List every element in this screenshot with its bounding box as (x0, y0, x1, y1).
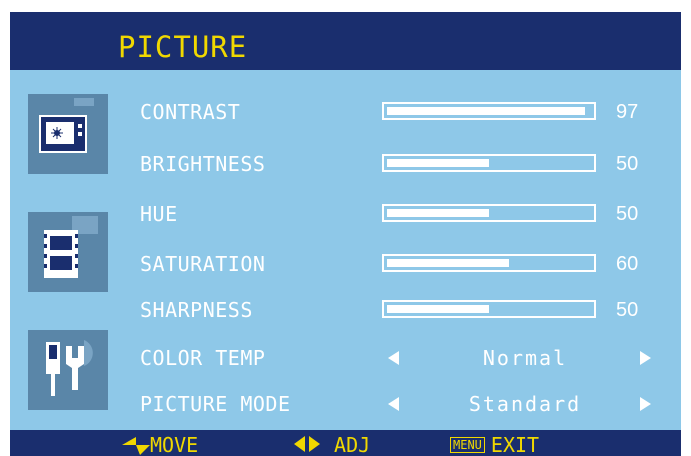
slider-label: BRIGHTNESS (140, 152, 266, 176)
slider-value: 50 (616, 299, 639, 321)
slider-fill (387, 107, 585, 115)
footer-move: MOVE (122, 432, 198, 456)
color-temp-value: Normal (482, 346, 568, 370)
arrow-right-icon[interactable] (640, 351, 651, 365)
slider-row-hue[interactable]: HUE 50 (10, 196, 681, 236)
slider-row-contrast[interactable]: CONTRAST 97 (10, 94, 681, 134)
selector-label: PICTURE MODE (140, 392, 291, 416)
picture-mode-value: Standard (468, 392, 582, 416)
slider-label: CONTRAST (140, 100, 241, 124)
slider-value: 50 (616, 203, 639, 225)
slider-label: SATURATION (140, 252, 266, 276)
arrow-left-icon[interactable] (388, 397, 399, 411)
slider-label: HUE (140, 202, 178, 226)
footer-adj: ADJ (294, 432, 370, 456)
slider-value: 97 (616, 101, 639, 123)
slider-row-saturation[interactable]: SATURATION 60 (10, 246, 681, 286)
slider-label: SHARPNESS (140, 298, 253, 322)
slider-value: 50 (616, 153, 639, 175)
move-label: MOVE (150, 433, 199, 456)
sharpness-slider[interactable] (382, 300, 596, 318)
slider-row-sharpness[interactable]: SHARPNESS 50 (10, 292, 681, 332)
slider-fill (387, 305, 489, 313)
slider-fill (387, 209, 489, 217)
slider-fill (387, 259, 509, 267)
exit-label: EXIT (490, 433, 540, 456)
contrast-slider[interactable] (382, 102, 596, 120)
header-bar: PICTURE (10, 12, 681, 70)
selector-row-color-temp[interactable]: COLOR TEMP Normal (10, 340, 681, 380)
arrow-right-icon[interactable] (640, 397, 651, 411)
page-title: PICTURE (118, 30, 248, 64)
brightness-slider[interactable] (382, 154, 596, 172)
footer-bar: MOVE ADJ MENU EXIT (10, 430, 681, 456)
osd-menu: PICTURE CONTRAST 97 BRIGHTNESS 50 HUE 50… (10, 12, 681, 456)
slider-fill (387, 159, 489, 167)
selector-row-picture-mode[interactable]: PICTURE MODE Standard (10, 386, 681, 426)
adj-label: ADJ (334, 433, 371, 456)
menu-key-icon: MENU (450, 437, 485, 453)
slider-row-brightness[interactable]: BRIGHTNESS 50 (10, 146, 681, 186)
up-down-arrows-icon (122, 437, 150, 455)
hue-slider[interactable] (382, 204, 596, 222)
selector-label: COLOR TEMP (140, 346, 266, 370)
left-right-arrows-icon (294, 436, 320, 452)
slider-value: 60 (616, 253, 639, 275)
arrow-left-icon[interactable] (388, 351, 399, 365)
footer-exit: MENU EXIT (450, 432, 539, 456)
saturation-slider[interactable] (382, 254, 596, 272)
